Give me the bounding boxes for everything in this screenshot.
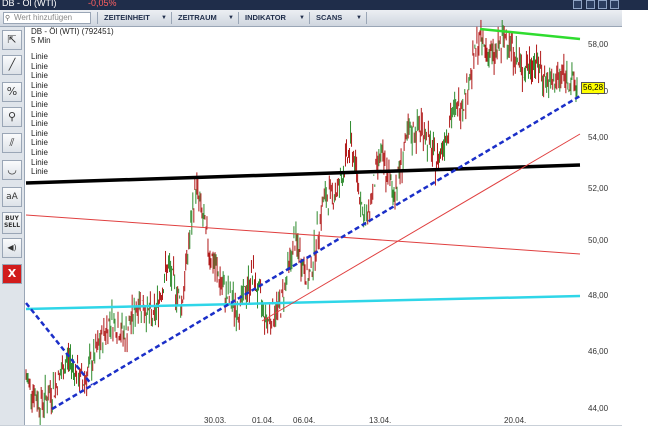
y-tick-label: 50,00	[588, 236, 609, 245]
price-chart[interactable]	[0, 0, 648, 443]
drawing-list-item[interactable]: Linie	[31, 81, 48, 91]
x-tick-label: 13.04.	[369, 416, 392, 425]
blue-dashed-trendline	[25, 302, 93, 386]
x-tick-label: 06.04.	[293, 416, 316, 425]
drawing-list-item[interactable]: Linie	[31, 148, 48, 158]
y-tick-label: 48,00	[588, 291, 609, 300]
drawing-list-item[interactable]: Linie	[31, 71, 48, 81]
drawing-list-item[interactable]: Linie	[31, 90, 48, 100]
drawing-list-item[interactable]: Linie	[31, 62, 48, 72]
drawing-list-item[interactable]: Linie	[31, 119, 48, 129]
chart-title: DB - Öl (WTI) (792451)	[31, 27, 114, 36]
blue-dashed-trendline	[51, 94, 581, 411]
chart-interval: 5 Min	[31, 36, 51, 45]
y-tick-label: 46,00	[588, 347, 609, 356]
x-tick-label: 01.04.	[252, 416, 275, 425]
drawing-list-item[interactable]: Linie	[31, 129, 48, 139]
horizontal-trendline	[25, 294, 581, 311]
red-trendline	[25, 214, 581, 255]
drawing-list-item[interactable]: Linie	[31, 52, 48, 62]
drawing-list-item[interactable]: Linie	[31, 138, 48, 148]
current-price-badge: 56,28	[581, 82, 606, 94]
y-tick-label: 54,00	[588, 133, 609, 142]
drawing-list-item[interactable]: Linie	[31, 100, 48, 110]
y-tick-label: 44,00	[588, 404, 609, 413]
drawing-list-item[interactable]: Linie	[31, 110, 48, 120]
drawing-list-item[interactable]: Linie	[31, 158, 48, 168]
resistance-trendline	[479, 27, 581, 41]
red-trendline	[261, 133, 581, 322]
y-tick-label: 58,00	[588, 40, 609, 49]
support-trendline	[25, 163, 581, 185]
drawing-list-item[interactable]: Linie	[31, 167, 48, 177]
x-tick-label: 30.03.	[204, 416, 227, 425]
y-tick-label: 52,00	[588, 184, 609, 193]
x-tick-label: 20.04.	[504, 416, 527, 425]
